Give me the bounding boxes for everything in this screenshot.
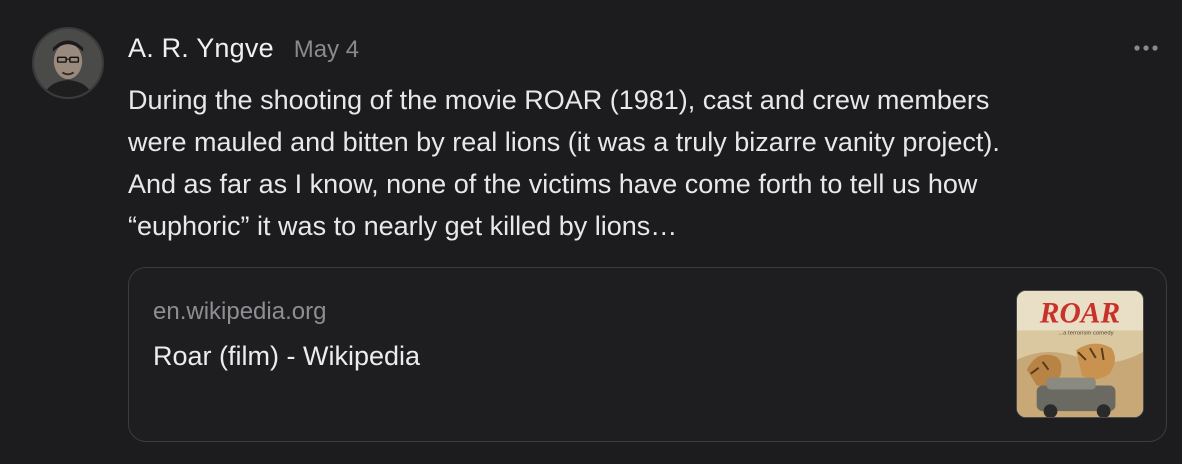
link-thumbnail: ROAR ...a terrorism comedy [1016,290,1144,418]
ellipsis-icon [1134,45,1158,51]
post-body: During the shooting of the movie ROAR (1… [128,79,1158,247]
post-body-line: “euphoric” it was to nearly get killed b… [128,211,678,241]
link-title: Roar (film) - Wikipedia [153,341,421,371]
link-preview-card[interactable]: en.wikipedia.org Roar (film) - Wikipedia… [128,267,1167,442]
post-header: A. R. Yngve May 4 [128,33,359,64]
poster-title: ROAR [1039,298,1120,330]
post-body-line: During the shooting of the movie ROAR (1… [128,85,990,115]
author-avatar[interactable] [32,27,104,99]
post-date[interactable]: May 4 [294,36,359,64]
post-body-line: were mauled and bitten by real lions (it… [128,127,1000,157]
poster-image: ROAR ...a terrorism comedy [1017,291,1143,417]
link-domain: en.wikipedia.org [153,298,327,325]
post-body-line: And as far as I know, none of the victim… [128,169,978,199]
author-name[interactable]: A. R. Yngve [128,33,274,64]
more-options-button[interactable] [1132,38,1162,58]
post: A. R. Yngve May 4 During the shooting of… [0,0,1182,464]
poster-tagline: ...a terrorism comedy [1058,330,1113,336]
avatar-photo [34,29,102,97]
